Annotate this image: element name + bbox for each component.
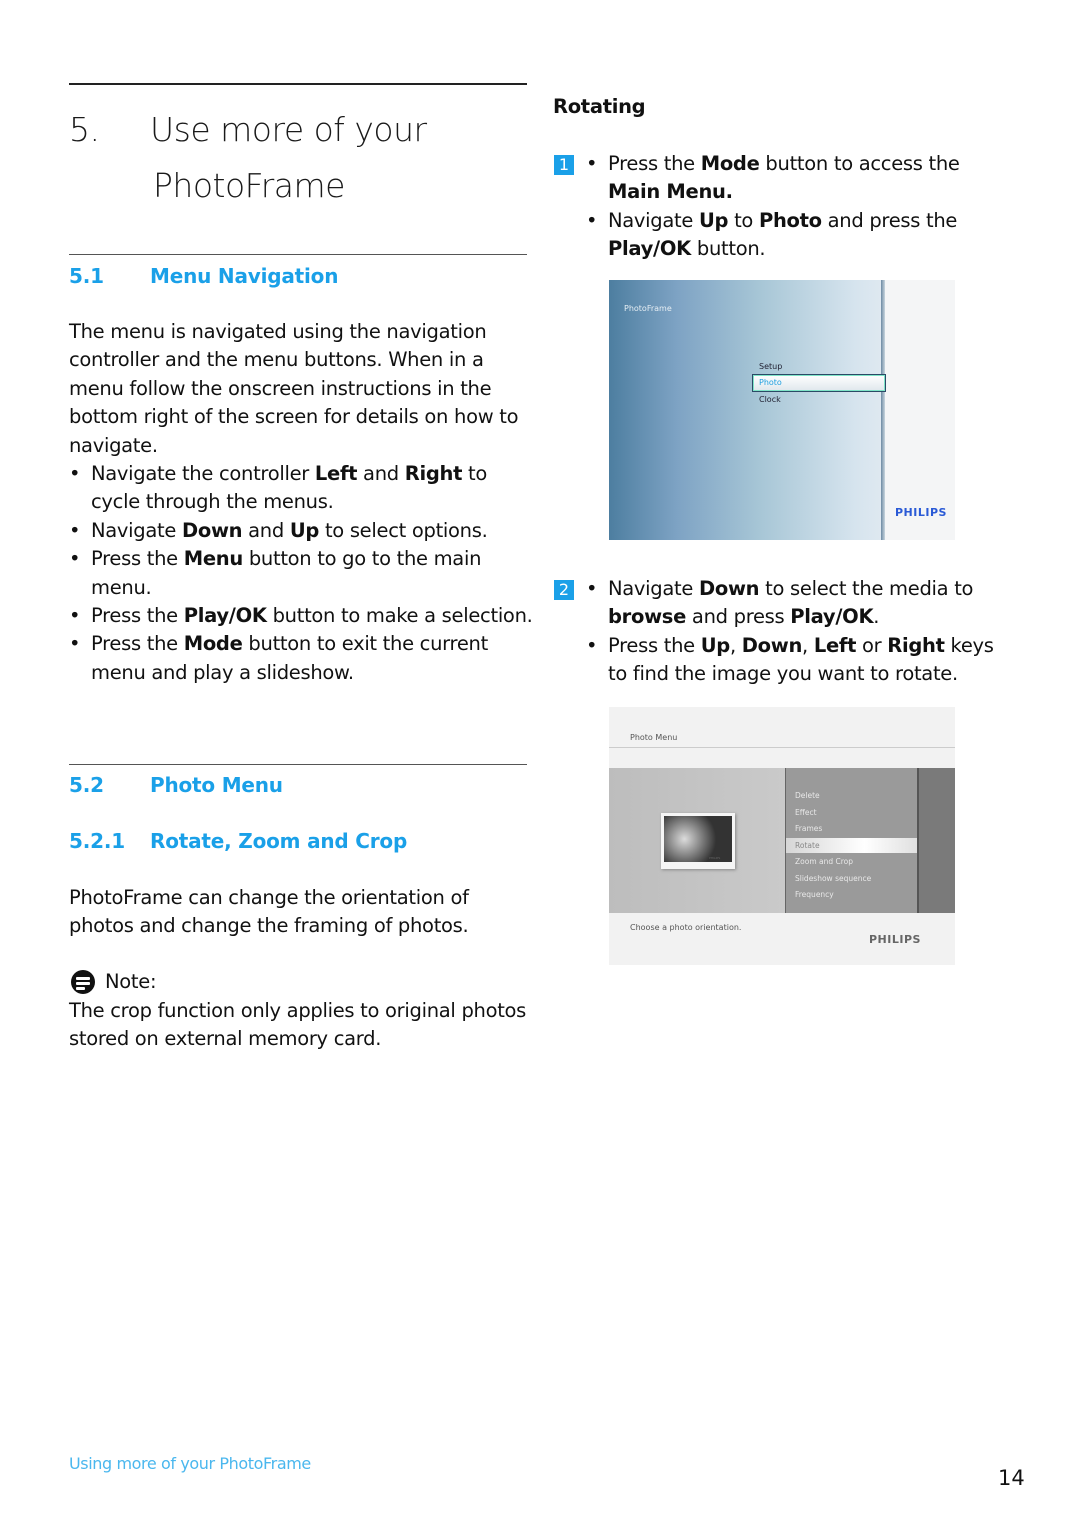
screen-title: Photo Menu <box>630 733 678 742</box>
bullet-item: Navigate Up to Photo and press the Play/… <box>586 207 1006 264</box>
screen-title: PhotoFrame <box>624 304 672 313</box>
intro-line: navigate. <box>69 433 158 457</box>
section-title: Menu Navigation <box>150 264 339 288</box>
bold-term: Photo <box>758 208 822 232</box>
chapter-title: 5. Use more of your PhotoFrame <box>69 110 529 220</box>
philips-logo: PHILIPS <box>895 506 947 519</box>
section-number: 5.2.1 <box>69 829 125 853</box>
step-badge-2: 2 <box>554 580 574 600</box>
main-menu-screenshot: PhotoFrame Setup Photo Clock PHILIPS <box>609 280 955 540</box>
bold-term: Down <box>698 577 760 600</box>
bold-term: Right <box>404 462 463 486</box>
intro-line: controller and the menu buttons. When in… <box>69 348 484 372</box>
bullet-item: Press the Menu button to go to the main … <box>69 545 539 602</box>
intro-paragraph: The menu is navigated using the navigati… <box>69 318 539 460</box>
photo-menu-item: Frames <box>795 824 823 833</box>
chapter-title-line2: PhotoFrame <box>153 166 345 205</box>
step-2-instructions: Navigate Down to select the media to bro… <box>586 575 1006 689</box>
chapter-title-line1: Use more of your <box>150 110 427 149</box>
bold-term: Down <box>741 633 803 657</box>
bold-term: Down <box>181 518 243 542</box>
chapter-top-rule <box>69 83 527 85</box>
section-number: 5.1 <box>69 264 104 288</box>
bullet-item: Navigate the controller Left and Right t… <box>69 460 539 517</box>
bullet-item: Navigate Down to select the media to bro… <box>586 575 1006 632</box>
chapter-number: 5. <box>69 110 100 149</box>
note-text: The crop function only applies to origin… <box>69 999 527 1051</box>
bullet-item: Press the Up, Down, Left or Right keys t… <box>586 632 1006 689</box>
bold-term: Play/OK <box>790 605 874 629</box>
note-icon <box>71 970 95 994</box>
bold-term: Left <box>813 633 857 657</box>
menu-item-photo-selected: Photo <box>752 374 886 392</box>
intro-line: menu follow the onscreen instructions in… <box>69 376 492 400</box>
bullet-item: Press the Play/OK button to make a selec… <box>69 602 539 631</box>
menu-item-setup: Setup <box>759 362 783 371</box>
section-title: Photo Menu <box>150 773 283 797</box>
photo-menu-item: Zoom and Crop <box>795 857 854 866</box>
bullet-item: Press the Mode button to access the Main… <box>586 150 1006 207</box>
intro-line: The menu is navigated using the navigati… <box>69 320 487 343</box>
photo-menu-item: Delete <box>795 791 820 800</box>
bullet-item: Press the Mode button to exit the curren… <box>69 630 539 687</box>
photo-menu-item: Frequency <box>795 890 834 899</box>
rotating-heading: Rotating <box>553 95 646 118</box>
rotate-zoom-crop-body: PhotoFrame can change the orientation of… <box>69 886 469 938</box>
bullet-item: Navigate Down and Up to select options. <box>69 517 539 546</box>
bold-term: browse <box>608 605 687 629</box>
bold-term: Main Menu. <box>608 180 733 204</box>
photo-menu-item: Slideshow sequence <box>795 873 872 883</box>
note-label: Note: <box>105 970 157 993</box>
photo-menu-item-selected: Rotate <box>786 837 917 853</box>
footer-section-label: Using more of your PhotoFrame <box>69 1454 311 1473</box>
photo-thumbnail: PHILIPS <box>661 813 735 869</box>
bold-term: Mode <box>183 632 243 656</box>
bold-term: Up <box>698 208 729 232</box>
menu-item-clock: Clock <box>759 395 781 404</box>
bold-term: Right <box>887 633 945 657</box>
section-5-1-rule <box>69 254 527 255</box>
step-1-instructions: Press the Mode button to access the Main… <box>586 150 1006 264</box>
photo-menu-item: Effect <box>795 807 817 817</box>
navigation-bullet-list: Navigate the controller Left and Right t… <box>69 460 539 687</box>
bold-term: Menu <box>183 547 244 571</box>
page-number: 14 <box>998 1466 1025 1490</box>
step-badge-1: 1 <box>554 155 574 175</box>
section-5-2-rule <box>69 764 527 765</box>
intro-line: bottom right of the screen for details o… <box>69 405 519 429</box>
section-title: Rotate, Zoom and Crop <box>150 829 408 853</box>
bold-term: Play/OK <box>608 237 691 261</box>
bold-term: Mode <box>700 152 760 175</box>
bold-term: Play/OK <box>183 604 267 628</box>
bold-term: Up <box>700 633 731 657</box>
bold-term: Up <box>289 518 320 542</box>
photo-menu-screenshot: Photo Menu PHILIPS Delete Effect Frames Rot… <box>609 707 955 965</box>
philips-logo: PHILIPS <box>869 933 921 946</box>
menu-navigation-body: The menu is navigated using the navigati… <box>69 318 539 687</box>
section-number: 5.2 <box>69 773 104 797</box>
bold-term: Left <box>314 462 358 486</box>
hint-text: Choose a photo orientation. <box>630 923 742 932</box>
